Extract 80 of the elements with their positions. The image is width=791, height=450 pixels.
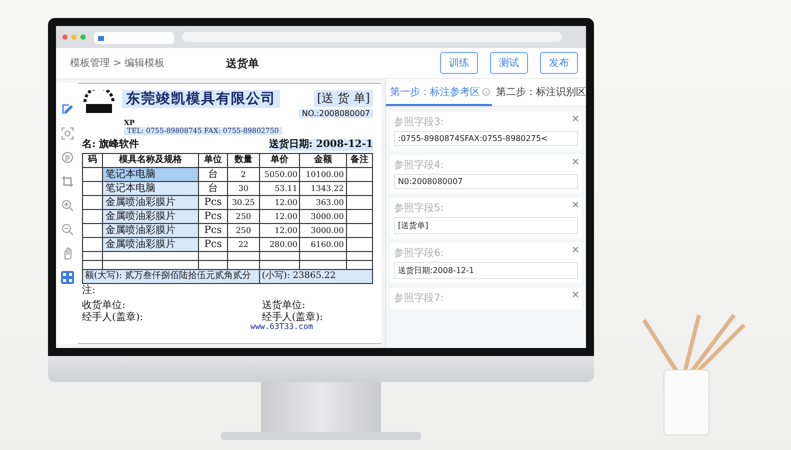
column-header: 单价 <box>259 154 300 168</box>
field-label: 参照字段6: <box>394 246 444 260</box>
input-field[interactable]: N0:2008080007 <box>394 174 578 189</box>
table-cell: 12.00 <box>259 196 300 210</box>
window-controls-icon <box>62 34 86 40</box>
close-icon[interactable] <box>572 201 579 208</box>
input-field[interactable]: 送货日期:2008-12-1 <box>394 262 578 279</box>
table-cell: 12.00 <box>259 210 300 224</box>
remark-label: 注: <box>82 285 96 297</box>
delivery-date: 送货日期: 2008-12-1 <box>268 139 373 151</box>
table-cell: 5050.00 <box>259 168 300 182</box>
table-cell: 250 <box>227 210 260 224</box>
total-in-figures: (小写): 23865.22 <box>259 270 372 284</box>
column-header: 备注 <box>346 154 372 168</box>
close-icon[interactable] <box>572 115 579 122</box>
table-cell: 金属喷油彩膜片 <box>102 224 198 238</box>
table-cell: 30.25 <box>227 196 260 210</box>
table-cell: Pcs <box>198 238 228 252</box>
table-cell: 台 <box>198 168 228 182</box>
table-cell: Pcs <box>198 196 228 210</box>
document-number: NO.:2008080007 <box>298 109 373 118</box>
field-label: 参照字段7: <box>394 292 444 305</box>
table-cell: 12.00 <box>259 224 300 238</box>
table-cell: 6160.00 <box>300 238 346 252</box>
table-cell: 3000.00 <box>300 224 346 238</box>
website-text: www.63T33.com <box>250 322 313 331</box>
input-field[interactable]: :0755-8980874SFAX:0755-8980275< <box>394 131 578 146</box>
table-cell: 金属喷油彩膜片 <box>102 210 198 224</box>
column-header: 金额 <box>300 154 346 168</box>
header-button[interactable]: 发布 <box>540 52 578 74</box>
column-header: 码 <box>82 154 103 168</box>
table-cell: 10100.00 <box>300 168 346 182</box>
table-cell: 1343.22 <box>300 182 346 196</box>
info-icon <box>482 88 490 96</box>
table-cell: 53.11 <box>259 182 300 196</box>
table-cell: 笔记本电脑 <box>102 182 198 196</box>
table-cell: 3000.00 <box>300 210 346 224</box>
table-cell: 363.00 <box>300 196 346 210</box>
close-icon[interactable] <box>572 246 579 253</box>
signature-party: 收货单位: <box>82 300 126 312</box>
company-name: 东莞竣凯模具有限公司 <box>122 90 280 108</box>
column-header: 单位 <box>198 154 228 168</box>
page-title: 送货单 <box>226 56 260 70</box>
signature-handler: 经手人(盖章): <box>82 312 144 324</box>
pencil-icon[interactable] <box>60 103 74 116</box>
zoom-in-icon[interactable] <box>60 199 74 212</box>
field-label: 参照字段5: <box>394 202 444 215</box>
table-cell: 22 <box>227 238 260 252</box>
signature-handler: 经手人(盖章): <box>262 312 323 323</box>
breadcrumb: 模板管理 > 编辑模板 <box>70 56 166 70</box>
table-cell: 250 <box>227 224 260 238</box>
close-icon[interactable] <box>572 291 579 298</box>
table-cell: 金属喷油彩膜片 <box>102 196 198 210</box>
close-icon[interactable] <box>572 158 579 165</box>
table-cell: Pcs <box>198 210 228 224</box>
zoom-out-icon[interactable] <box>60 223 74 236</box>
table-cell: Pcs <box>198 224 228 238</box>
customer-name: 名: 旗峰软件 <box>82 139 140 151</box>
input-field[interactable]: [送货单] <box>394 217 578 234</box>
table-cell: 台 <box>198 182 228 196</box>
field-label: 参照字段3: <box>394 116 444 129</box>
table-cell: 笔记本电脑 <box>102 168 198 182</box>
scan-icon[interactable] <box>60 127 74 140</box>
crop-icon[interactable] <box>60 175 74 188</box>
stamp-icon[interactable] <box>60 151 74 164</box>
field-label: 参照字段4: <box>394 158 444 172</box>
header-button[interactable]: 测试 <box>490 52 528 74</box>
header-button[interactable]: 训练 <box>440 52 478 74</box>
table-cell: 2 <box>227 168 260 182</box>
table-cell: 30 <box>227 182 260 196</box>
step-tab[interactable]: 第一步：标注参考区 <box>386 79 492 106</box>
grid-icon[interactable] <box>60 271 74 284</box>
step-tab[interactable]: 第二步：标注识别区 <box>492 79 586 106</box>
table-cell: 280.00 <box>259 238 300 252</box>
document-type: [送 货 单] <box>314 90 373 107</box>
column-header: 模具名称及规格 <box>102 154 198 168</box>
table-cell: 金属喷油彩膜片 <box>102 238 198 252</box>
signature-party: 送货单位: <box>262 300 306 312</box>
column-header: 数量 <box>227 154 260 168</box>
total-in-words: 额(大写): 贰万叁仟捌佰陆拾伍元贰角贰分 <box>82 270 260 284</box>
